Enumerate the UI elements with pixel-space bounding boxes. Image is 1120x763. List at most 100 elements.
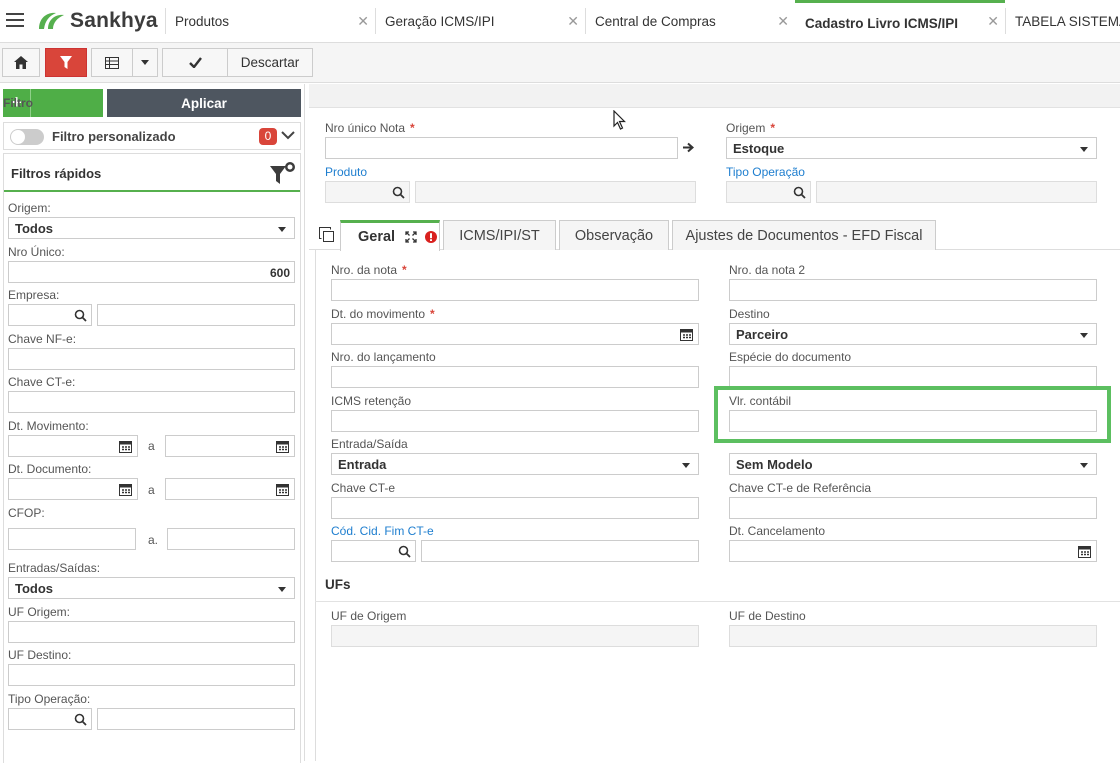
tab-produtos[interactable]: Produtos ✕	[165, 0, 375, 43]
search-icon[interactable]	[392, 186, 405, 199]
tab-ajustes-documentos[interactable]: Ajustes de Documentos - EFD Fiscal	[672, 220, 936, 250]
modelo-documento-select[interactable]: Sem Modelo	[729, 453, 1097, 475]
arrow-right-icon[interactable]	[683, 142, 695, 153]
home-button[interactable]	[2, 48, 40, 77]
cod-cid-name-input[interactable]	[421, 540, 699, 562]
caret-down-icon	[1080, 333, 1088, 338]
cod-cid-fim-cte-link-label[interactable]: Cód. Cid. Fim CT-e	[331, 524, 434, 538]
caret-down-icon	[1080, 147, 1088, 152]
search-icon[interactable]	[74, 309, 87, 322]
dt-movimento-end-input[interactable]	[165, 435, 295, 457]
nro-unico-nota-input[interactable]	[325, 137, 678, 159]
close-icon[interactable]: ✕	[567, 13, 579, 30]
search-icon[interactable]	[74, 713, 87, 726]
add-filter-button[interactable]: + Filtro	[3, 89, 103, 117]
especie-documento-input[interactable]	[729, 366, 1097, 388]
tipo-operacao-label: Tipo Operação:	[8, 692, 91, 706]
tab-icms-ipi-st-label: ICMS/IPI/ST	[459, 227, 540, 244]
dt-cancelamento-input[interactable]	[729, 540, 1097, 562]
menu-icon[interactable]	[6, 13, 24, 29]
nro-nota-2-input[interactable]	[729, 279, 1097, 301]
tipo-operacao-link-label[interactable]: Tipo Operação	[726, 165, 805, 179]
calendar-icon[interactable]	[680, 328, 693, 341]
tab-geracao-icms-ipi[interactable]: Geração ICMS/IPI ✕	[375, 0, 585, 43]
tab-label: Geração ICMS/IPI	[385, 14, 495, 29]
dt-movimento-field-input[interactable]	[331, 323, 699, 345]
uf-origem-input[interactable]	[8, 621, 295, 643]
filter-settings-icon[interactable]	[269, 161, 299, 187]
chave-cte-referencia-input[interactable]	[729, 497, 1097, 519]
tab-cadastro-livro-icms-ipi[interactable]: Cadastro Livro ICMS/IPI ✕	[795, 0, 1005, 43]
save-button[interactable]	[162, 48, 228, 77]
calendar-icon[interactable]	[119, 483, 132, 496]
nro-lancamento-input[interactable]	[331, 366, 699, 388]
caret-down-icon	[682, 463, 690, 468]
empresa-name-input[interactable]	[97, 304, 295, 326]
cfop-end-input[interactable]	[167, 528, 295, 550]
apply-button[interactable]: Aplicar	[107, 89, 301, 117]
tipo-operacao-field-code-input[interactable]	[726, 181, 811, 203]
grid-view-button[interactable]	[91, 48, 133, 77]
calendar-icon[interactable]	[276, 440, 289, 453]
uf-destino-input[interactable]	[8, 664, 295, 686]
caret-down-icon	[141, 60, 149, 65]
search-icon[interactable]	[398, 545, 411, 558]
produto-code-input[interactable]	[325, 181, 410, 203]
form-tabs: Geral ICMS/IPI/ST Observação Ajustes de …	[309, 220, 1120, 251]
nro-nota-input[interactable]	[331, 279, 699, 301]
check-icon	[188, 57, 202, 68]
expand-icon[interactable]	[405, 231, 417, 243]
origem-field-value: Estoque	[733, 141, 785, 156]
origem-field-select[interactable]: Estoque	[726, 137, 1097, 159]
calendar-icon[interactable]	[1078, 545, 1091, 558]
tab-label: Produtos	[175, 14, 230, 29]
dt-movimento-label: Dt. Movimento:	[8, 419, 89, 433]
chave-cte-field-input[interactable]	[331, 497, 699, 519]
uf-destino-field-input	[729, 625, 1097, 647]
tab-geral[interactable]: Geral	[340, 220, 440, 251]
tab-ajustes-documentos-label: Ajustes de Documentos - EFD Fiscal	[685, 227, 923, 244]
close-icon[interactable]: ✕	[357, 13, 369, 30]
icms-retencao-input[interactable]	[331, 410, 699, 432]
view-dropdown-button[interactable]	[132, 48, 158, 77]
dt-documento-start-input[interactable]	[8, 478, 138, 500]
cod-cid-code-input[interactable]	[331, 540, 416, 562]
dt-documento-end-input[interactable]	[165, 478, 295, 500]
produto-link-label[interactable]: Produto	[325, 165, 367, 179]
filter-toggle-button[interactable]	[45, 48, 87, 77]
calendar-icon[interactable]	[276, 483, 289, 496]
destino-select[interactable]: Parceiro	[729, 323, 1097, 345]
close-icon[interactable]: ✕	[987, 13, 999, 30]
uf-origem-field-label: UF de Origem	[331, 609, 407, 623]
custom-filter-toggle[interactable]	[10, 129, 44, 145]
entrada-saida-select[interactable]: Entrada	[331, 453, 699, 475]
chevron-down-icon[interactable]	[281, 128, 295, 142]
quick-filters-title: Filtros rápidos	[11, 166, 102, 181]
chave-cte-referencia-label: Chave CT-e de Referência	[729, 481, 872, 495]
entradas-saidas-value: Todos	[15, 581, 54, 596]
custom-filter-label: Filtro personalizado	[52, 129, 176, 144]
discard-button[interactable]: Descartar	[227, 48, 313, 77]
copy-icon[interactable]	[319, 227, 334, 242]
origem-field-label: Origem *	[726, 121, 776, 135]
calendar-icon[interactable]	[119, 440, 132, 453]
tab-observacao[interactable]: Observação	[559, 220, 669, 250]
tipo-operacao-code-input[interactable]	[8, 708, 92, 730]
tab-central-de-compras[interactable]: Central de Compras ✕	[585, 0, 795, 43]
close-icon[interactable]: ✕	[777, 13, 789, 30]
dt-movimento-start-input[interactable]	[8, 435, 138, 457]
modelo-documento-value: Sem Modelo	[736, 457, 813, 472]
origem-select[interactable]: Todos	[8, 217, 295, 239]
tab-icms-ipi-st[interactable]: ICMS/IPI/ST	[443, 220, 556, 250]
tab-tabela-sistema[interactable]: TABELA SISTEMA	[1005, 0, 1120, 43]
chave-nfe-input[interactable]	[8, 348, 295, 370]
logo: Sankhya	[36, 8, 158, 34]
empresa-code-input[interactable]	[8, 304, 92, 326]
search-icon[interactable]	[793, 186, 806, 199]
chave-cte-input[interactable]	[8, 391, 295, 413]
cfop-start-input[interactable]	[8, 528, 136, 550]
tipo-operacao-name-input[interactable]	[97, 708, 295, 730]
nro-unico-input[interactable]: 600	[8, 261, 295, 283]
entradas-saidas-select[interactable]: Todos	[8, 577, 295, 599]
nro-nota-label: Nro. da nota *	[331, 263, 407, 277]
